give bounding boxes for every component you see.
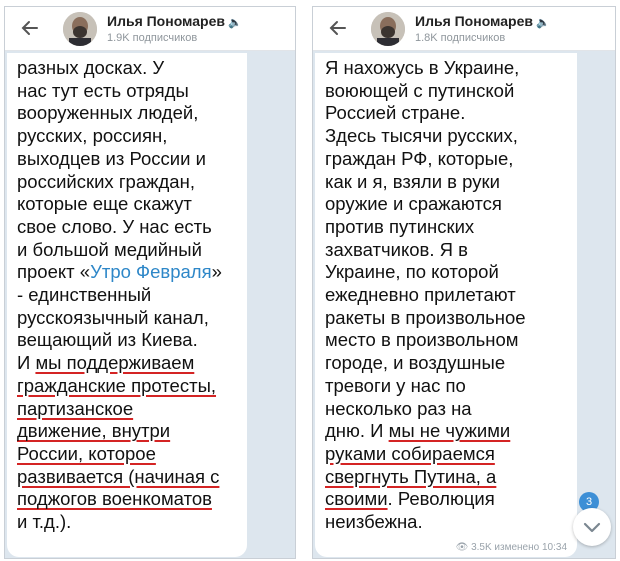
back-arrow-icon[interactable]: [19, 17, 41, 39]
underlined-text: мы поддерживаем гражданские протесты, па…: [17, 352, 220, 510]
message-text-part: и т.д.).: [17, 511, 72, 533]
message-text-part: Я нахожусь в Украине, воюющей с путинско…: [325, 57, 526, 442]
edited-time: изменено 10:34: [494, 542, 567, 553]
channel-name[interactable]: Илья Пономарев 🔈: [107, 13, 242, 29]
message-text-part: разных досках. У нас тут есть отряды воо…: [17, 57, 212, 283]
channel-link[interactable]: Утро Февраля: [90, 261, 212, 282]
chevron-down-icon: [583, 522, 601, 533]
left-screenshot: Илья Пономарев 🔈 1.9K подписчиков разных …: [4, 6, 296, 559]
subscriber-count: 1.9K подписчиков: [107, 32, 198, 44]
avatar[interactable]: [371, 12, 405, 46]
views-count: 3.5K: [471, 542, 492, 553]
back-arrow-icon[interactable]: [327, 17, 349, 39]
channel-name[interactable]: Илья Пономарев 🔈: [415, 13, 550, 29]
message-meta: 👁 3.5K изменено 10:34: [456, 542, 567, 553]
mute-icon: 🔈: [535, 17, 550, 29]
scroll-down-button[interactable]: [573, 508, 611, 546]
views-icon: 👁: [455, 542, 469, 553]
chat-header: Илья Пономарев 🔈 1.8K подписчиков: [313, 7, 615, 51]
right-screenshot: Илья Пономарев 🔈 1.8K подписчиков Я нахож…: [312, 6, 616, 559]
message-bubble[interactable]: разных досках. У нас тут есть отряды воо…: [7, 53, 247, 557]
mute-icon: 🔈: [227, 17, 242, 29]
message-bubble[interactable]: Я нахожусь в Украине, воюющей с путинско…: [315, 53, 577, 557]
channel-name-text: Илья Пономарев: [107, 13, 225, 29]
chat-header: Илья Пономарев 🔈 1.9K подписчиков: [5, 7, 295, 51]
message-text: разных досках. У нас тут есть отряды воо…: [17, 57, 237, 534]
channel-name-text: Илья Пономарев: [415, 13, 533, 29]
avatar[interactable]: [63, 12, 97, 46]
subscriber-count: 1.8K подписчиков: [415, 32, 506, 44]
message-text: Я нахожусь в Украине, воюющей с путинско…: [325, 57, 567, 534]
